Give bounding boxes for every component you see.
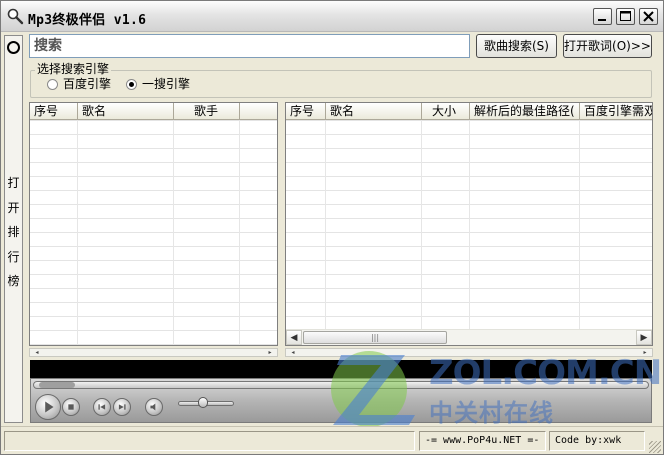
play-icon: [45, 401, 54, 413]
magnifier-icon: [7, 8, 24, 25]
song-list-left[interactable]: 序号 歌名 歌手: [29, 102, 278, 346]
maximize-icon: [620, 11, 631, 21]
close-button[interactable]: [639, 8, 658, 25]
right-list-outer-hscrollbar[interactable]: ◂ ▸: [285, 348, 653, 357]
previous-button[interactable]: [93, 398, 111, 416]
column-header-filler: [240, 103, 277, 120]
scroll-right-icon[interactable]: ▶: [636, 330, 652, 345]
radio-baidu-engine[interactable]: [47, 79, 58, 90]
engine-group-box: [30, 70, 652, 98]
close-icon: [643, 11, 654, 22]
radio-yisou-engine[interactable]: [126, 79, 137, 90]
search-input[interactable]: [29, 34, 470, 58]
scroll-left-icon[interactable]: ◀: [286, 330, 302, 345]
grid-line: [469, 120, 470, 329]
status-main: [4, 431, 415, 451]
radio-baidu-label[interactable]: 百度引擎: [63, 77, 111, 91]
scrollbar-thumb[interactable]: |||: [303, 331, 447, 344]
seek-bar[interactable]: [33, 381, 649, 389]
grid-line: [173, 120, 174, 345]
circle-icon: [7, 41, 20, 54]
column-header-index[interactable]: 序号: [30, 103, 78, 120]
play-button[interactable]: [35, 394, 61, 420]
resize-grip[interactable]: [649, 441, 661, 453]
column-header-size[interactable]: 大小: [422, 103, 470, 120]
column-header-baidu-engine[interactable]: 百度引擎需双: [580, 103, 652, 120]
status-bar: -= www.PoP4u.NET =- Code by:xwk: [1, 426, 663, 454]
left-list-hscrollbar[interactable]: ◂ ▸: [29, 348, 278, 357]
open-rankings-button[interactable]: 打开排行榜: [4, 35, 23, 423]
scroll-right-icon[interactable]: ▸: [265, 349, 275, 356]
grid-line: [421, 120, 422, 329]
volume-icon: [150, 403, 156, 411]
open-lyrics-button[interactable]: 打开歌词(O)>>: [563, 34, 652, 58]
maximize-button[interactable]: [616, 8, 635, 25]
mute-button[interactable]: [145, 398, 163, 416]
column-header-song-name[interactable]: 歌名: [78, 103, 174, 120]
minimize-button[interactable]: [593, 8, 612, 25]
scroll-left-icon[interactable]: ◂: [32, 349, 42, 356]
column-header-index[interactable]: 序号: [286, 103, 326, 120]
minimize-icon: [598, 19, 606, 21]
song-list-right[interactable]: 序号 歌名 大小 解析后的最佳路径( 百度引擎需双 ◀ ||| ▶: [285, 102, 653, 346]
title-bar[interactable]: Mp3终极伴侣 v1.6: [1, 1, 663, 32]
column-header-song-name[interactable]: 歌名: [326, 103, 422, 120]
radio-yisou-label[interactable]: 一搜引擎: [142, 77, 190, 91]
engine-group-label: 选择搜索引擎: [35, 62, 112, 76]
scroll-left-icon[interactable]: ◂: [288, 349, 298, 356]
stop-button[interactable]: [62, 398, 80, 416]
video-area: [30, 360, 652, 378]
app-window: Mp3终极伴侣 v1.6 打开排行榜 歌曲搜索(S) 打开歌词(O)>> 选择搜…: [0, 0, 664, 455]
right-list-hscrollbar[interactable]: ◀ ||| ▶: [286, 329, 652, 345]
next-icon: [118, 404, 126, 410]
column-header-singer[interactable]: 歌手: [174, 103, 240, 120]
volume-slider-knob[interactable]: [198, 397, 208, 408]
stop-icon: [68, 404, 74, 410]
status-site: -= www.PoP4u.NET =-: [419, 431, 546, 451]
grid-line: [579, 120, 580, 329]
open-rankings-label: 打开排行榜: [7, 176, 20, 288]
scroll-right-icon[interactable]: ▸: [640, 349, 650, 356]
seek-handle[interactable]: [39, 382, 75, 388]
grid-line: [77, 120, 78, 345]
media-player: [30, 378, 652, 423]
grid-line: [325, 120, 326, 329]
song-search-button[interactable]: 歌曲搜索(S): [476, 34, 557, 58]
window-title: Mp3终极伴侣 v1.6: [28, 13, 147, 28]
status-author: Code by:xwk: [549, 431, 645, 451]
grid-line: [239, 120, 240, 345]
column-header-best-path[interactable]: 解析后的最佳路径(: [470, 103, 580, 120]
previous-icon: [98, 404, 106, 410]
next-button[interactable]: [113, 398, 131, 416]
